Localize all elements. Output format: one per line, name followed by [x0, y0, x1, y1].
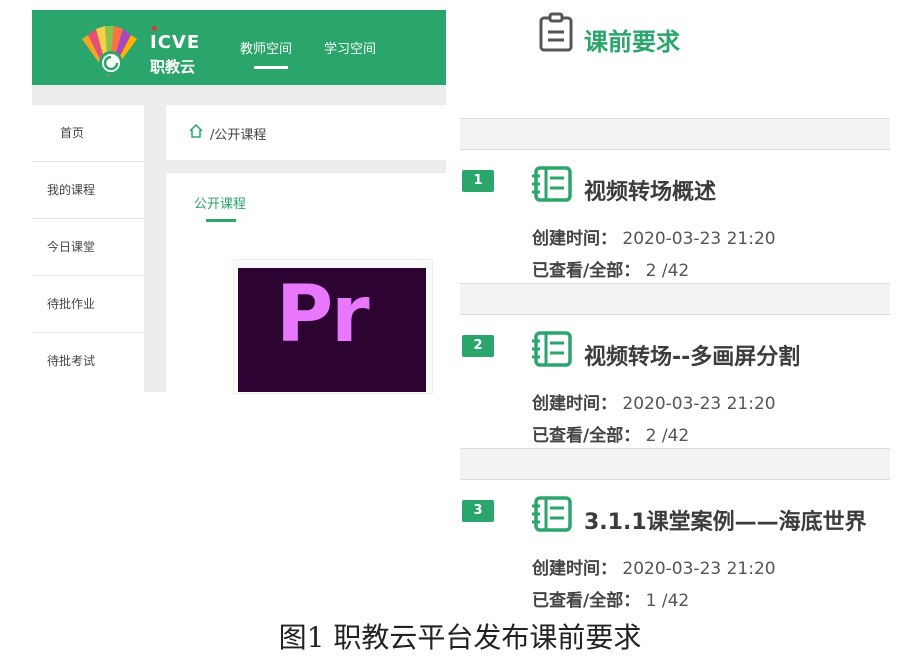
- icve-logo-icon: [82, 26, 137, 77]
- item-view-count: 已查看/全部： 1 /42: [532, 591, 690, 611]
- item-created-time: 创建时间： 2020-03-23 21:20: [532, 229, 776, 249]
- nav-active-indicator: [254, 66, 288, 69]
- course-panel: 公开课程 Pr: [166, 173, 446, 394]
- top-navbar: ICVE 职教云 教师空间 学习空间: [32, 10, 446, 85]
- requirements-screenshot: 课前要求 1 视频转场概述 创建时间： 2020-03-23 21:20 已查看…: [460, 0, 890, 612]
- item-created-time: 创建时间： 2020-03-23 21:20: [532, 394, 776, 414]
- requirements-title: 课前要求: [584, 28, 680, 56]
- brand-name-en: ICVE: [150, 26, 200, 53]
- tab-public-courses[interactable]: 公开课程: [194, 193, 246, 212]
- nav-teacher-space[interactable]: 教师空间: [240, 38, 292, 57]
- lesson-list-icon: [532, 496, 572, 532]
- brand-name-cn: 职教云: [150, 58, 196, 76]
- sidebar-item-pending-homework[interactable]: 待批作业: [32, 276, 144, 333]
- requirement-item[interactable]: 3 3.1.1课堂案例——海底世界 创建时间： 2020-03-23 21:20…: [460, 479, 890, 612]
- breadcrumb: /公开课程: [166, 105, 446, 160]
- divider: [460, 119, 890, 149]
- item-index-badge: 3: [462, 500, 494, 522]
- sidebar-item-home[interactable]: 首页: [32, 105, 144, 162]
- divider: [460, 449, 890, 479]
- item-index-badge: 2: [462, 335, 494, 357]
- lesson-list-icon: [532, 331, 572, 367]
- item-title[interactable]: 3.1.1课堂案例——海底世界: [584, 504, 867, 536]
- item-index-badge: 1: [462, 170, 494, 192]
- clipboard-icon: [539, 12, 573, 52]
- requirement-item[interactable]: 1 视频转场概述 创建时间： 2020-03-23 21:20 已查看/全部： …: [460, 149, 890, 284]
- item-view-count: 已查看/全部： 2 /42: [532, 261, 690, 281]
- requirement-item[interactable]: 2 视频转场--多画屏分割 创建时间： 2020-03-23 21:20 已查看…: [460, 314, 890, 449]
- item-view-count: 已查看/全部： 2 /42: [532, 426, 690, 446]
- item-title[interactable]: 视频转场概述: [584, 174, 716, 206]
- figure-caption: 图1 职教云平台发布课前要求: [278, 621, 642, 654]
- sidebar: 首页 我的课程 今日课堂 待批作业 待批考试: [32, 105, 144, 392]
- sidebar-item-today-class[interactable]: 今日课堂: [32, 219, 144, 276]
- sidebar-item-my-courses[interactable]: 我的课程: [32, 162, 144, 219]
- divider: [460, 284, 890, 314]
- requirements-header: 课前要求: [460, 0, 890, 119]
- lesson-list-icon: [532, 166, 572, 202]
- nav-study-space[interactable]: 学习空间: [324, 38, 376, 57]
- platform-screenshot: ICVE 职教云 教师空间 学习空间 首页 我的课程 今日课堂 待批作业 待批考…: [32, 10, 446, 394]
- pr-logo-text: Pr: [276, 270, 370, 360]
- breadcrumb-path[interactable]: /公开课程: [210, 124, 266, 143]
- premiere-pro-icon: Pr: [238, 268, 426, 392]
- tab-active-indicator: [206, 219, 236, 222]
- item-title[interactable]: 视频转场--多画屏分割: [584, 339, 800, 371]
- home-icon[interactable]: [188, 123, 204, 139]
- item-created-time: 创建时间： 2020-03-23 21:20: [532, 559, 776, 579]
- sidebar-item-pending-exams[interactable]: 待批考试: [32, 333, 144, 390]
- course-card[interactable]: Pr: [233, 259, 433, 394]
